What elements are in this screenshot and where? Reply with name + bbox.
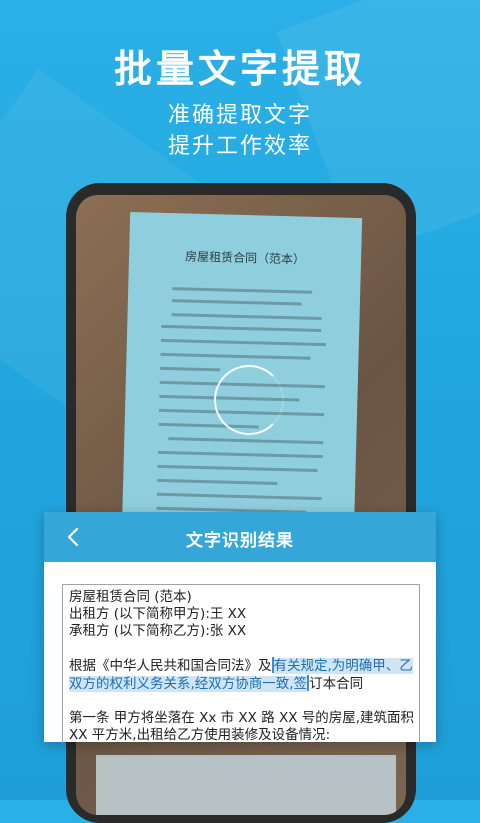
- promo-headline: 批量文字提取: [113, 47, 366, 91]
- promo-subline-1: 准确提取文字: [167, 103, 312, 128]
- document-text-line: [161, 324, 322, 333]
- text-line: 第一条 甲方将坐落在 Xx 市 XX 路 XX 号的房屋,建筑面积: [69, 710, 415, 726]
- document-text-line: [172, 287, 313, 294]
- panel-title: 文字识别结果: [186, 531, 294, 551]
- document-text-line: [157, 464, 318, 473]
- text-line: 承租方 (以下简称乙方):张 XX: [69, 623, 247, 639]
- document-text-line: [160, 338, 326, 347]
- recognition-result-panel: 文字识别结果 房屋租赁合同 (范本) 出租方 (以下简称甲方):王 XX 承租方…: [44, 512, 436, 743]
- document-photo-title: 房屋租赁合同（范本）: [184, 249, 306, 267]
- text-line: 双方的权利义务关系,经双方协商一致,签 订本合同: [69, 675, 413, 693]
- text-segment: 根据《中华人民共和国合同法》及: [69, 658, 272, 674]
- text-line: 房屋租赁合同 (范本): [69, 589, 192, 605]
- document-text-line: [168, 437, 324, 445]
- document-text-line: [160, 366, 221, 372]
- second-document-photo: [96, 755, 396, 815]
- text-line: 根据《中华人民共和国合同法》及 有关规定,为明确甲、乙: [69, 657, 413, 675]
- text-segment: 订本合同: [309, 676, 364, 692]
- document-text-line: [156, 492, 322, 501]
- text-line: 出租方 (以下简称甲方):王 XX: [69, 606, 247, 622]
- recognized-text-area[interactable]: 房屋租赁合同 (范本) 出租方 (以下简称甲方):王 XX 承租方 (以下简称乙…: [62, 584, 420, 743]
- selected-text[interactable]: 有关规定,为明确甲、乙: [273, 658, 413, 674]
- document-text-line: [157, 478, 278, 485]
- promo-subline-2: 提升工作效率: [167, 134, 312, 159]
- document-text-line: [171, 313, 322, 321]
- panel-header: 文字识别结果: [44, 512, 436, 562]
- document-text-line: [160, 352, 311, 360]
- text-line: XX 平方米,出租给乙方使用装修及设备情况:: [69, 727, 331, 743]
- document-text-line: [171, 299, 302, 306]
- selected-text[interactable]: 双方的权利义务关系,经双方协商一致,签: [69, 676, 308, 692]
- document-text-line: [157, 450, 323, 459]
- scan-progress-ring: [214, 365, 284, 435]
